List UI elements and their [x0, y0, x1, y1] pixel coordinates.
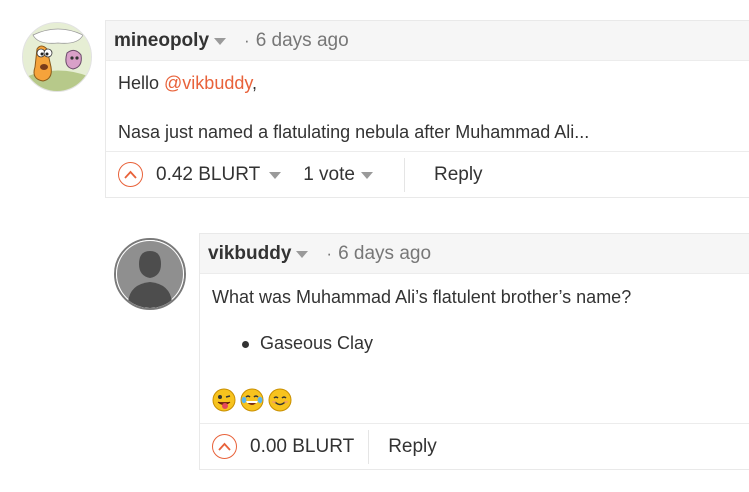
reply-button[interactable]: Reply [434, 164, 483, 186]
separator-dot: · [326, 243, 333, 263]
avatar-vikbuddy[interactable] [114, 238, 186, 310]
comment-footer: 0.00 BLURT Reply [200, 423, 749, 469]
comment-text: Nasa just named a flatulating nebula aft… [118, 122, 590, 142]
comment-card: mineopoly · 6 days ago Hello @vikbuddy, … [105, 20, 749, 198]
emoji-row [212, 388, 292, 412]
list-item: Gaseous Clay [242, 333, 373, 354]
cartoon-character-icon [23, 23, 91, 91]
mention-link[interactable]: @vikbuddy [164, 73, 252, 93]
caret-down-icon [269, 172, 282, 179]
greeting-suffix: , [252, 73, 258, 93]
comment-header: vikbuddy · 6 days ago [200, 234, 749, 274]
person-silhouette-icon [116, 240, 184, 308]
caret-down-icon [360, 172, 373, 179]
separator-dot: · [244, 30, 250, 50]
winking-tongue-emoji-icon [212, 388, 236, 412]
chevron-up-icon [218, 442, 231, 451]
comment-header: mineopoly · 6 days ago [106, 21, 749, 61]
tears-of-joy-emoji-icon [240, 388, 264, 412]
payout-value: 0.42 BLURT [156, 163, 261, 185]
reply-button[interactable]: Reply [388, 436, 437, 458]
author-name[interactable]: mineopoly [114, 30, 209, 52]
footer-divider [368, 429, 370, 464]
avatar-mineopoly[interactable] [22, 22, 92, 92]
upvote-button[interactable] [118, 162, 143, 187]
timestamp[interactable]: 6 days ago [256, 30, 349, 52]
votes-count: 1 vote [303, 163, 355, 185]
payout-amount: 0.00 BLURT [250, 435, 355, 457]
comment-text: What was Muhammad Ali’s flatulent brothe… [212, 287, 632, 307]
upvote-button[interactable] [212, 434, 237, 459]
greeting-prefix: Hello [118, 73, 165, 93]
footer-divider [403, 157, 405, 192]
timestamp[interactable]: 6 days ago [338, 243, 431, 265]
chevron-up-icon [124, 170, 137, 179]
comment-greeting: Hello @vikbuddy, [118, 73, 257, 94]
payout-dropdown[interactable]: 0.42 BLURT [156, 163, 282, 186]
smiling-emoji-icon [268, 388, 292, 412]
author-name[interactable]: vikbuddy [208, 243, 291, 265]
comment-footer: 0.42 BLURT 1 vote Reply [106, 151, 749, 197]
votes-dropdown[interactable]: 1 vote [303, 164, 373, 186]
reply-card: vikbuddy · 6 days ago What was Muhammad … [199, 233, 749, 470]
bullet-list: Gaseous Clay [242, 333, 373, 354]
payout-value[interactable]: 0.00 BLURT [250, 436, 354, 458]
caret-down-icon[interactable] [214, 38, 227, 45]
caret-down-icon[interactable] [296, 251, 309, 258]
